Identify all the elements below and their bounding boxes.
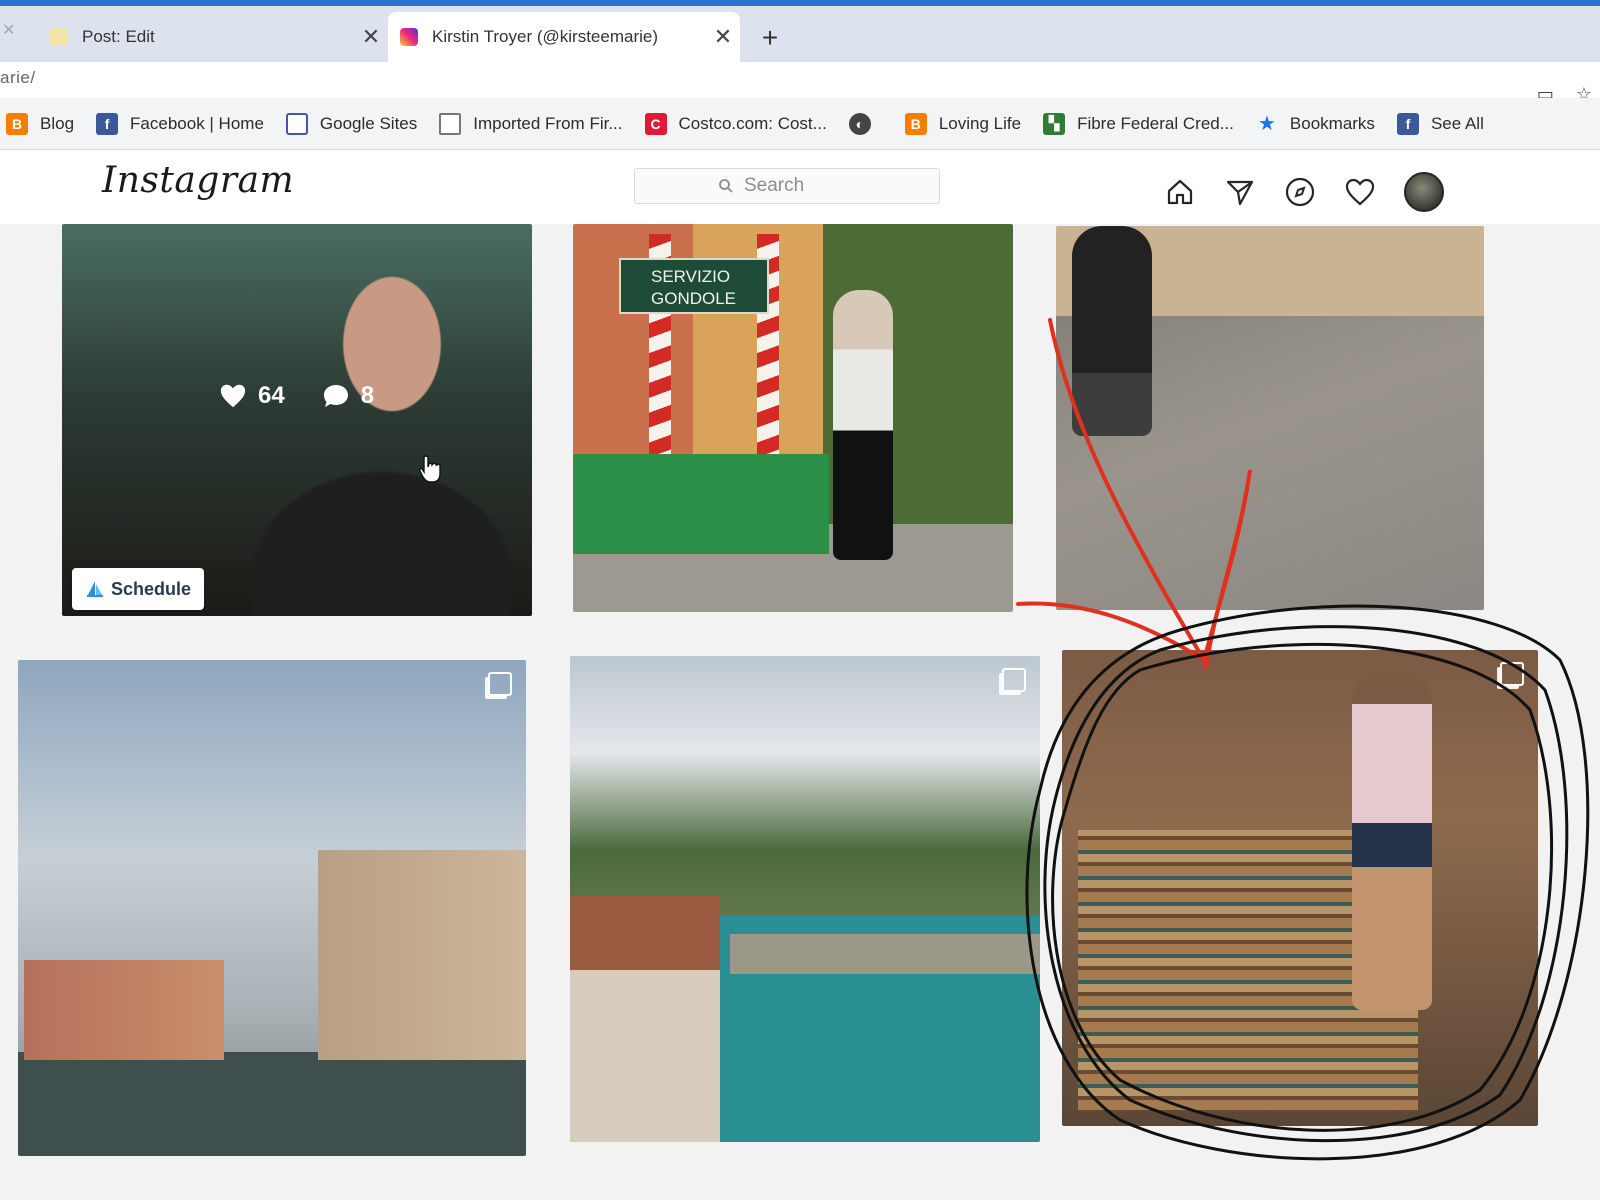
instagram-favicon-icon (400, 28, 418, 46)
bookmark-see-all[interactable]: f See All (1396, 112, 1484, 135)
browser-tabstrip: ✕ Post: Edit ✕ Kirstin Troyer (@kirsteem… (0, 0, 1600, 62)
grid-post-venice-street[interactable] (1056, 226, 1484, 610)
bookmark-facebook-home[interactable]: f Facebook | Home (96, 112, 264, 135)
activity-heart-icon[interactable] (1344, 176, 1376, 208)
bookmark-label: Costco.com: Cost... (678, 113, 827, 133)
home-icon[interactable] (1164, 176, 1196, 208)
bookmark-google-sites[interactable]: Google Sites (285, 112, 418, 135)
tabstrip-accent-line (0, 0, 1600, 6)
grid-post-book-stairs[interactable] (1062, 650, 1538, 1126)
comment-bubble-icon (323, 385, 348, 407)
gondola-sign: SERVIZIO GONDOLE (619, 258, 769, 314)
folder-icon (439, 112, 462, 135)
bookmark-imported-folder[interactable]: Imported From Fir... (439, 112, 623, 135)
close-tab-icon[interactable]: ✕ (354, 24, 388, 50)
bookmark-label: Loving Life (938, 113, 1022, 133)
bookmark-costco[interactable]: C Costco.com: Cost... (644, 112, 827, 135)
address-bar-url[interactable]: arie/ (0, 68, 36, 88)
person-figure (833, 290, 893, 560)
sail-logo-icon (86, 581, 103, 597)
address-bar[interactable]: arie/ ▭ ☆ (0, 62, 1600, 104)
schedule-label: Schedule (110, 578, 192, 599)
fibre-federal-icon: ▚ (1043, 112, 1066, 135)
costco-icon: C (644, 112, 667, 135)
green-kiosk (573, 454, 829, 554)
tab-label: Kirstin Troyer (@kirsteemarie) (432, 27, 659, 46)
instagram-logo[interactable]: Instagram (102, 160, 294, 201)
post-hover-stats: 64 8 (218, 382, 410, 410)
bookmark-label: Bookmarks (1289, 113, 1375, 133)
bookmark-blog[interactable]: B Blog (6, 112, 75, 135)
blogger-icon: B (6, 112, 28, 135)
instagram-nav (1164, 172, 1444, 212)
instagram-header: Instagram (0, 150, 1600, 225)
blogger-icon: B (904, 112, 927, 135)
facebook-icon: f (1396, 112, 1419, 135)
bookmark-label: Imported From Fir... (473, 113, 623, 133)
bookmarks-bar: B Blog f Facebook | Home Google Sites Im… (0, 98, 1600, 150)
bookmark-label: See All (1430, 113, 1484, 133)
direct-message-icon[interactable] (1224, 176, 1256, 208)
riverside-houses (570, 896, 720, 1142)
grid-post-cafe-dessert[interactable] (62, 224, 532, 616)
bookmark-label: Fibre Federal Cred... (1077, 113, 1234, 133)
tab-instagram-profile[interactable]: Kirstin Troyer (@kirsteemarie) ✕ (388, 12, 740, 62)
heart-icon (220, 384, 246, 408)
google-sites-icon (285, 112, 308, 135)
walker-figure (1072, 226, 1152, 436)
bookmark-bookmarks[interactable]: ★ Bookmarks (1256, 113, 1375, 135)
grid-post-river-bridge[interactable] (570, 656, 1040, 1142)
grid-post-grand-canal[interactable] (18, 660, 526, 1156)
search-box[interactable] (634, 168, 940, 204)
hand-cursor-icon (419, 455, 441, 483)
tab-post-edit[interactable]: Post: Edit ✕ (38, 12, 388, 62)
search-icon (719, 179, 733, 193)
canal-buildings (24, 960, 224, 1060)
multiple-photos-icon (1002, 668, 1026, 692)
search-input[interactable] (742, 174, 856, 198)
bookmark-globe[interactable]: ◐ (848, 112, 883, 135)
profile-avatar[interactable] (1404, 172, 1444, 212)
comments-count: 8 (360, 382, 375, 409)
schedule-button[interactable]: Schedule (72, 568, 204, 610)
comments-stat: 8 (321, 382, 374, 410)
bookmark-label: Google Sites (319, 113, 418, 133)
climber-figure (1352, 670, 1432, 1010)
post-edit-favicon (50, 28, 68, 46)
multiple-photos-icon (488, 672, 512, 696)
star-icon: ★ (1257, 113, 1276, 135)
palazzo-building (318, 850, 526, 1060)
bookmark-loving-life[interactable]: B Loving Life (904, 112, 1022, 135)
likes-stat: 64 (218, 382, 285, 410)
facebook-icon: f (96, 112, 119, 135)
bookmark-fibre-federal[interactable]: ▚ Fibre Federal Cred... (1043, 112, 1234, 135)
tab-label: Post: Edit (82, 27, 155, 46)
globe-icon: ◐ (848, 112, 871, 135)
multiple-photos-icon (1500, 662, 1524, 686)
close-tab-icon[interactable]: ✕ (706, 24, 740, 50)
explore-compass-icon[interactable] (1284, 176, 1316, 208)
close-icon[interactable]: ✕ (2, 20, 15, 40)
bookmark-label: Blog (40, 113, 75, 133)
bookmark-label: Facebook | Home (130, 113, 264, 133)
likes-count: 64 (258, 382, 285, 409)
new-tab-button[interactable]: + (752, 22, 788, 54)
grid-post-gondola-sign[interactable]: SERVIZIO GONDOLE (573, 224, 1013, 612)
stone-bridge (730, 934, 1040, 974)
